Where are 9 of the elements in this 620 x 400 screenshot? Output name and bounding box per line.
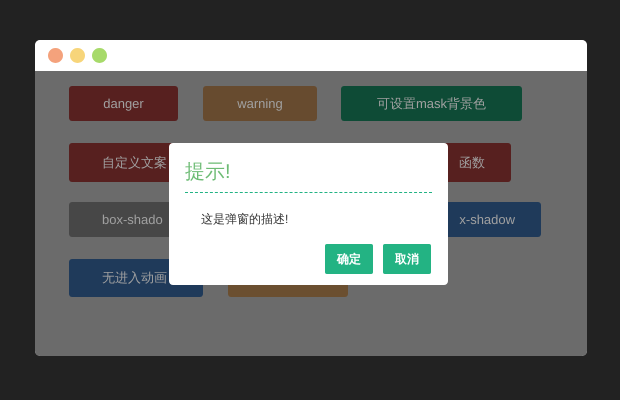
window-dot-icon[interactable]: [92, 48, 107, 63]
demo-button[interactable]: 可设置mask背景色: [341, 86, 522, 121]
dialog-title: 提示!: [185, 159, 432, 193]
dialog-button[interactable]: 确定: [325, 244, 373, 274]
window-dot-icon[interactable]: [48, 48, 63, 63]
dialog-button[interactable]: 取消: [383, 244, 431, 274]
window-dot-icon[interactable]: [70, 48, 85, 63]
demo-button[interactable]: warning: [203, 86, 317, 121]
demo-button[interactable]: danger: [69, 86, 178, 121]
